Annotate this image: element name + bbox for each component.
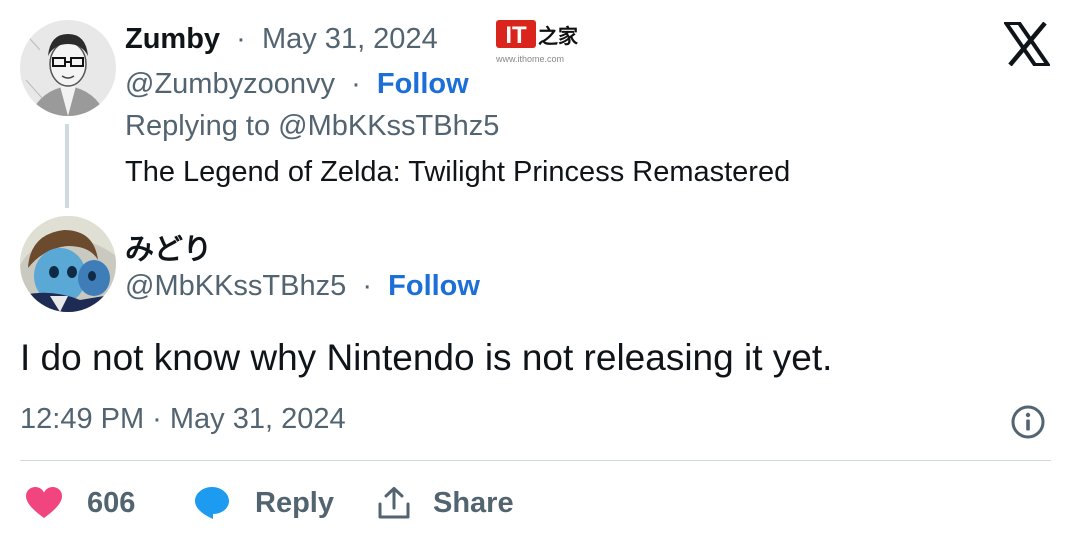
reply-label: Reply bbox=[255, 486, 334, 519]
main-header: みどり bbox=[125, 226, 212, 268]
parent-handle[interactable]: @Zumbyzoonvy bbox=[125, 68, 335, 100]
like-count: 606 bbox=[87, 486, 136, 519]
thread-connector bbox=[65, 124, 69, 208]
parent-handle-row: @Zumbyzoonvy · Follow bbox=[125, 68, 469, 101]
speech-bubble-icon bbox=[195, 487, 229, 519]
parent-follow-button[interactable]: Follow bbox=[377, 68, 469, 100]
watermark-url: www.ithome.com bbox=[496, 54, 565, 64]
parent-display-name[interactable]: Zumby bbox=[125, 23, 220, 55]
main-tweet-text: I do not know why Nintendo is not releas… bbox=[20, 337, 833, 378]
tweet-timestamp[interactable]: 12:49 PM · May 31, 2024 bbox=[20, 403, 346, 436]
tweet-embed: IT 之家 www.ithome.com Zumby · May 31, 202… bbox=[0, 0, 1074, 540]
heart-icon bbox=[26, 487, 62, 518]
avatar-midori[interactable] bbox=[20, 216, 116, 312]
parent-date[interactable]: May 31, 2024 bbox=[262, 23, 438, 55]
share-label: Share bbox=[433, 486, 514, 519]
svg-text:IT: IT bbox=[505, 22, 527, 49]
divider bbox=[20, 460, 1051, 461]
share-icon bbox=[378, 487, 410, 519]
separator-dot: · bbox=[354, 270, 381, 302]
ithome-watermark: IT 之家 www.ithome.com bbox=[496, 18, 586, 66]
reply-button[interactable]: Reply bbox=[193, 485, 334, 521]
parent-header: Zumby · May 31, 2024 bbox=[125, 23, 438, 56]
main-handle-row: @MbKKssTBhz5 · Follow bbox=[125, 270, 480, 303]
main-follow-button[interactable]: Follow bbox=[388, 270, 480, 302]
separator-dot: · bbox=[228, 23, 254, 55]
svg-text:之家: 之家 bbox=[538, 24, 579, 48]
main-handle[interactable]: @MbKKssTBhz5 bbox=[125, 270, 346, 302]
parent-tweet-text: The Legend of Zelda: Twilight Princess R… bbox=[125, 156, 791, 188]
separator-dot: · bbox=[343, 68, 369, 100]
x-logo-icon[interactable] bbox=[1004, 22, 1050, 66]
main-display-name[interactable]: みどり bbox=[125, 234, 212, 266]
info-icon[interactable] bbox=[1010, 404, 1046, 440]
like-button[interactable]: 606 bbox=[25, 485, 135, 521]
replying-to[interactable]: Replying to @MbKKssTBhz5 bbox=[125, 110, 499, 143]
avatar-zumby[interactable] bbox=[20, 20, 116, 116]
share-button[interactable]: Share bbox=[377, 485, 514, 521]
